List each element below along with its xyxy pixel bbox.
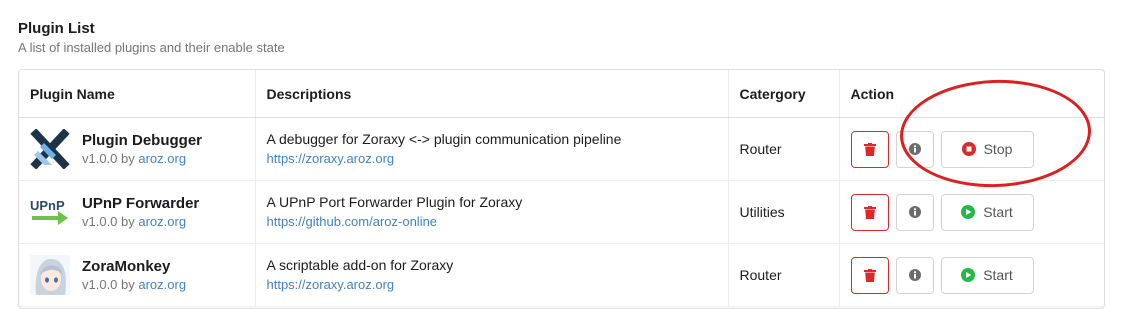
plugin-version: v1.0.0 by aroz.org — [82, 214, 187, 229]
table-header-row: Plugin Name Descriptions Catergory Actio… — [19, 70, 1104, 118]
delete-button[interactable] — [850, 193, 889, 231]
plugin-version: v1.0.0 by aroz.org — [82, 151, 187, 166]
table-row: ZoraMonkey v1.0.0 by aroz.org A scriptab… — [19, 243, 1104, 307]
category-cell: Router — [727, 117, 839, 181]
column-header-category: Catergory — [727, 70, 839, 118]
upnp-arrow-icon: UPnP — [30, 192, 70, 232]
anime-avatar-icon — [30, 255, 70, 295]
plugin-title: Plugin Debugger — [82, 132, 202, 149]
page-subtitle: A list of installed plugins and their en… — [18, 40, 285, 55]
trash-icon — [863, 142, 876, 156]
info-button[interactable] — [895, 256, 934, 294]
stop-icon — [961, 142, 976, 156]
column-header-action: Action — [838, 70, 1104, 118]
description-cell: A UPnP Port Forwarder Plugin for Zoraxy … — [254, 180, 728, 244]
plugin-description: A debugger for Zoraxy <-> plugin communi… — [266, 131, 622, 147]
plugin-title: ZoraMonkey — [82, 258, 171, 275]
table-row: Plugin Debugger v1.0.0 by aroz.org A deb… — [19, 117, 1104, 181]
plugin-table: Plugin Name Descriptions Catergory Actio… — [18, 69, 1105, 309]
plugin-version: v1.0.0 by aroz.org — [82, 277, 187, 292]
plugin-description: A scriptable add-on for Zoraxy — [266, 257, 454, 273]
start-button[interactable]: Start — [940, 193, 1034, 231]
category-cell: Router — [727, 243, 839, 307]
plugin-title: UPnP Forwarder — [82, 195, 200, 212]
info-button[interactable] — [895, 193, 934, 231]
info-icon — [908, 206, 921, 218]
info-button[interactable] — [895, 130, 934, 168]
page-title: Plugin List — [18, 20, 95, 37]
toggle-label: Stop — [983, 141, 1013, 157]
action-cell: Start — [838, 243, 1104, 307]
x-debugger-icon — [30, 129, 70, 169]
action-cell: Stop — [838, 117, 1104, 181]
column-header-plugin-name: Plugin Name — [19, 70, 255, 118]
trash-icon — [863, 268, 876, 282]
column-header-descriptions: Descriptions — [254, 70, 728, 118]
action-cell: Start — [838, 180, 1104, 244]
trash-icon — [863, 205, 876, 219]
play-icon — [961, 205, 976, 219]
start-button[interactable]: Start — [940, 256, 1034, 294]
plugin-name-cell: Plugin Debugger v1.0.0 by aroz.org — [19, 117, 255, 181]
author-link[interactable]: aroz.org — [138, 277, 186, 292]
delete-button[interactable] — [850, 130, 889, 168]
plugin-link[interactable]: https://zoraxy.aroz.org — [267, 151, 395, 166]
svg-text:UPnP: UPnP — [30, 198, 65, 213]
description-cell: A scriptable add-on for Zoraxy https://z… — [254, 243, 728, 307]
category-cell: Utilities — [727, 180, 839, 244]
author-link[interactable]: aroz.org — [138, 214, 186, 229]
description-cell: A debugger for Zoraxy <-> plugin communi… — [254, 117, 728, 181]
toggle-label: Start — [983, 267, 1013, 283]
info-icon — [908, 269, 921, 281]
table-row: UPnP UPnP Forwarder v1.0.0 by aroz.org A… — [19, 180, 1104, 244]
toggle-label: Start — [983, 204, 1013, 220]
stop-button[interactable]: Stop — [940, 130, 1034, 168]
plugin-link[interactable]: https://github.com/aroz-online — [267, 214, 438, 229]
plugin-link[interactable]: https://zoraxy.aroz.org — [267, 277, 395, 292]
info-icon — [908, 143, 921, 155]
plugin-name-cell: UPnP UPnP Forwarder v1.0.0 by aroz.org — [19, 180, 255, 244]
delete-button[interactable] — [850, 256, 889, 294]
plugin-name-cell: ZoraMonkey v1.0.0 by aroz.org — [19, 243, 255, 307]
plugin-description: A UPnP Port Forwarder Plugin for Zoraxy — [266, 194, 523, 210]
author-link[interactable]: aroz.org — [138, 151, 186, 166]
play-icon — [961, 268, 976, 282]
